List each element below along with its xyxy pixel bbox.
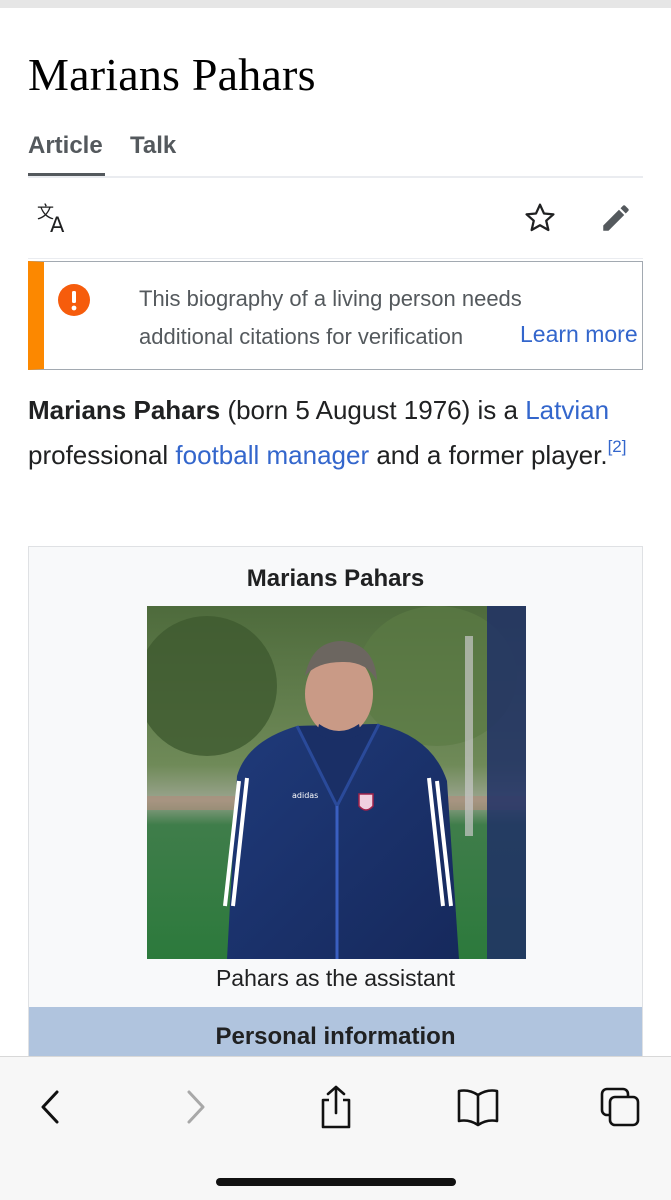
article-toolbar: 文 A	[28, 190, 643, 246]
exclamation-icon	[58, 284, 90, 316]
pencil-icon[interactable]	[596, 198, 636, 238]
notice-line1: This biography of a living person needs	[139, 286, 522, 311]
citation-notice[interactable]: This biography of a living person needs …	[28, 261, 643, 370]
svg-text:A: A	[50, 213, 65, 235]
page-title: Marians Pahars	[28, 49, 316, 100]
infobox-caption: Pahars as the assistant	[215, 965, 456, 991]
top-strip	[0, 0, 671, 8]
lead-subject: Marians Pahars	[28, 395, 221, 425]
book-icon[interactable]	[452, 1081, 504, 1133]
lead-text-1: (born 5 August 1976) is a	[220, 395, 518, 425]
star-icon[interactable]	[520, 198, 560, 238]
chevron-left-icon[interactable]	[24, 1081, 76, 1133]
infobox-photo[interactable]: adidas	[147, 606, 526, 959]
tabs-icon[interactable]	[594, 1081, 646, 1133]
translate-icon[interactable]: 文 A	[34, 198, 74, 238]
share-icon[interactable]	[310, 1081, 362, 1133]
reference-link[interactable]: [2]	[608, 437, 627, 456]
lead-text-3: and a former player.	[369, 439, 608, 470]
latvian-link[interactable]: Latvian	[525, 395, 609, 425]
page-tabs: Article Talk	[28, 132, 643, 178]
tab-article[interactable]: Article	[28, 132, 105, 176]
toolbar-divider	[28, 258, 643, 259]
home-indicator[interactable]	[216, 1178, 456, 1186]
infobox-title: Marians Pahars	[246, 565, 425, 592]
chevron-right-icon[interactable]	[170, 1081, 222, 1133]
infobox: Marians Pahars adidas Pahars as the assi…	[28, 546, 643, 1066]
tab-talk[interactable]: Talk	[130, 132, 176, 176]
lead-text-2: professional	[28, 439, 176, 470]
lead-paragraph: Marians Pahars (born 5 August 1976) is a…	[28, 388, 643, 477]
football-manager-link[interactable]: football manager	[175, 440, 369, 470]
svg-text:adidas: adidas	[292, 791, 318, 800]
learn-more-link[interactable]: Learn more	[504, 321, 638, 348]
